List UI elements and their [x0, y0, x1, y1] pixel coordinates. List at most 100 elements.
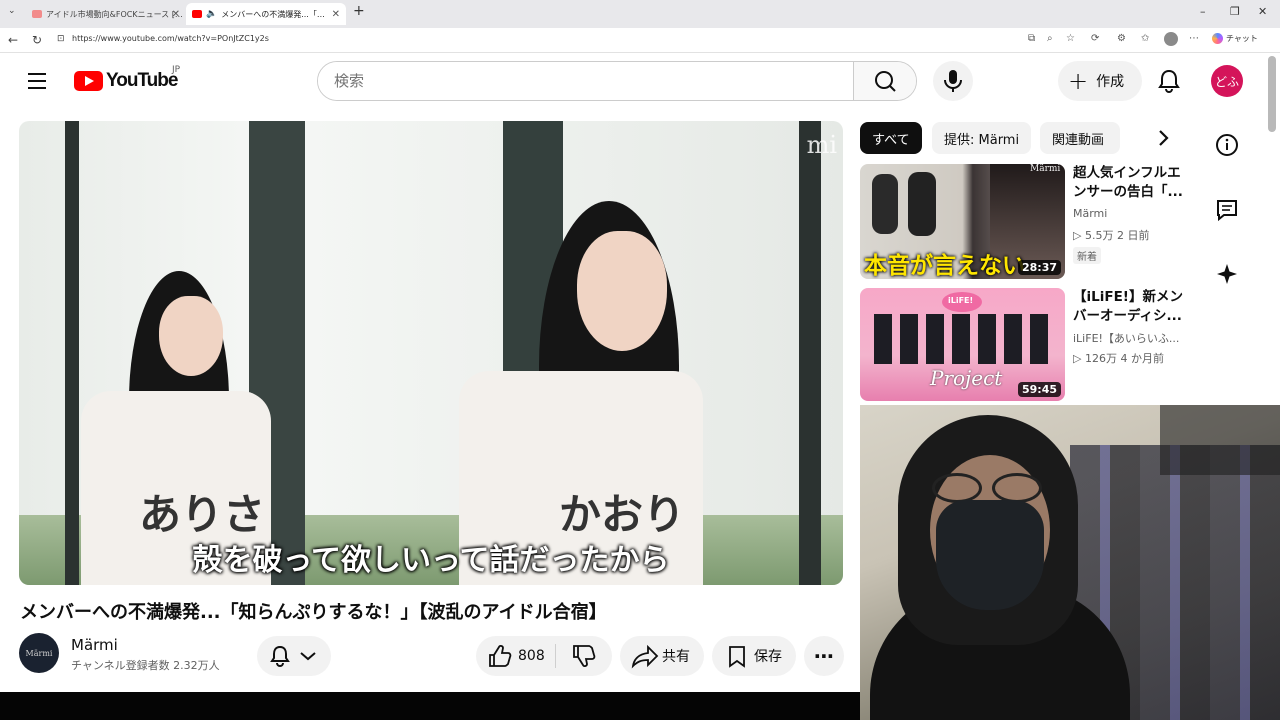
- youtube-logo[interactable]: YouTube JP: [74, 65, 180, 92]
- search-button[interactable]: [853, 62, 916, 100]
- channel-name[interactable]: Märmi: [71, 636, 118, 654]
- related-thumbnail[interactable]: iLiFE! Project 59:45: [860, 288, 1065, 401]
- thumb-caption: Project: [930, 366, 1003, 390]
- related-stats: ▷ 5.5万 2 日前: [1073, 229, 1150, 242]
- new-badge: 新着: [1073, 247, 1101, 264]
- favorite-star-icon[interactable]: ☆: [1066, 33, 1075, 44]
- glasses-right-icon: [992, 473, 1042, 503]
- video-subtitle: 殻を破って欲しいって話だったから: [192, 543, 670, 578]
- related-title[interactable]: 超人気インフルエンサーの告白「...: [1073, 164, 1188, 202]
- chip-all[interactable]: すべて: [860, 122, 922, 154]
- nametag-left: ありさ: [139, 490, 266, 539]
- page-scrollbar[interactable]: [1268, 56, 1276, 132]
- tab-title: メンバーへの不満爆発...「知らんぷ...: [221, 9, 331, 19]
- account-avatar[interactable]: どふ: [1211, 65, 1243, 97]
- translate-icon[interactable]: ⧉: [1028, 33, 1035, 44]
- restore-icon[interactable]: ❐: [1230, 5, 1240, 18]
- related-thumbnail[interactable]: Märmi 本音が言えない 28:37: [860, 164, 1065, 279]
- related-channel[interactable]: Märmi: [1073, 207, 1107, 220]
- favorites-icon[interactable]: ✩: [1141, 33, 1149, 44]
- like-dislike-group: 808: [476, 636, 612, 676]
- video-player[interactable]: ありさ かおり mi 殻を破って欲しいって話だったから: [19, 121, 843, 585]
- new-tab-button[interactable]: +: [353, 3, 365, 19]
- video-duration: 59:45: [1017, 382, 1061, 397]
- youtube-play-icon: [74, 71, 103, 91]
- hamburger-menu-icon[interactable]: [28, 73, 48, 89]
- related-stats: ▷ 126万 4 か月前: [1073, 352, 1164, 365]
- glasses-left-icon: [932, 473, 982, 503]
- notifications-bell-icon[interactable]: [1157, 68, 1181, 98]
- share-button[interactable]: 共有: [620, 636, 704, 676]
- close-tab-icon[interactable]: ✕: [332, 9, 340, 20]
- refresh-page-icon[interactable]: ⟳: [1091, 33, 1099, 44]
- chip-related[interactable]: 関連動画: [1040, 122, 1120, 154]
- logo-text: YouTube: [106, 70, 178, 91]
- extensions-icon[interactable]: ⚙: [1117, 33, 1126, 44]
- share-label: 共有: [662, 649, 690, 665]
- chip-from-channel[interactable]: 提供: Märmi: [932, 122, 1032, 154]
- more-menu-icon[interactable]: ⋯: [1189, 33, 1199, 44]
- sparkle-icon[interactable]: [1215, 262, 1239, 286]
- bottom-black-bar: [0, 692, 860, 720]
- thumbs-down-icon[interactable]: [568, 636, 598, 676]
- video-duration: 28:37: [1017, 260, 1061, 275]
- minimize-icon[interactable]: –: [1200, 5, 1206, 18]
- thumb-watermark: Märmi: [1030, 164, 1061, 174]
- channel-avatar[interactable]: Märmi: [19, 633, 59, 673]
- info-icon[interactable]: [1215, 133, 1239, 157]
- chat-icon[interactable]: [1215, 198, 1239, 222]
- address-bar: ← ↻ ⊡ https://www.youtube.com/watch?v=PO…: [0, 28, 1280, 53]
- channel-subscribers: チャンネル登録者数 2.32万人: [71, 659, 220, 672]
- related-title[interactable]: 【iLiFE!】新メンバーオーディシ...: [1073, 288, 1188, 326]
- search-icon: [875, 71, 896, 92]
- tab-list-chevron-icon[interactable]: ⌄: [8, 6, 16, 16]
- url-field[interactable]: https://www.youtube.com/watch?v=POnJtZC1…: [72, 34, 269, 43]
- reload-icon[interactable]: ↻: [32, 33, 42, 47]
- thumb-group: [874, 314, 1054, 364]
- more-actions-icon[interactable]: ⋯: [804, 636, 844, 676]
- bell-icon: [270, 645, 316, 667]
- site-info-icon[interactable]: ⊡: [57, 34, 65, 44]
- like-count[interactable]: 808: [518, 648, 545, 664]
- subscription-bell-button[interactable]: [257, 636, 331, 676]
- search-input[interactable]: [318, 62, 854, 100]
- zoom-icon[interactable]: ⌕: [1047, 33, 1053, 44]
- tab-title: アイドル市場動向&FOCKニュース [詳細]: [46, 9, 186, 19]
- thumb-caption: 本音が言えない: [864, 253, 1025, 279]
- profile-icon[interactable]: [1164, 32, 1178, 46]
- close-tab-icon[interactable]: ✕: [172, 9, 180, 20]
- window-frame: [65, 121, 79, 585]
- thumb-figure: [872, 174, 898, 234]
- related-channel[interactable]: iLiFE!【あいらいふ...: [1073, 330, 1179, 346]
- region-code: JP: [172, 65, 181, 75]
- browser-tab-active[interactable]: 🔈 メンバーへの不満爆発...「知らんぷ... ✕: [186, 3, 346, 25]
- chips-next-chevron-icon[interactable]: [1148, 122, 1180, 154]
- create-button[interactable]: + 作成: [1058, 61, 1142, 101]
- voice-search-button[interactable]: [933, 61, 973, 101]
- window-frame: [799, 121, 821, 585]
- thumb-figure: [908, 172, 936, 236]
- nametag-right: かおり: [559, 490, 686, 539]
- copilot-button[interactable]: チャット: [1212, 33, 1258, 44]
- speaker-icon[interactable]: 🔈: [206, 9, 217, 19]
- search-box: [317, 61, 917, 101]
- microphone-icon: [944, 70, 962, 92]
- close-window-icon[interactable]: ✕: [1258, 5, 1267, 18]
- channel-watermark: mi: [806, 131, 837, 159]
- webcam-overlay: [860, 405, 1280, 720]
- thumbs-up-icon[interactable]: [484, 636, 514, 676]
- create-label: 作成: [1096, 74, 1125, 90]
- video-title: メンバーへの不満爆発...「知らんぷりするな！」【波乱のアイドル合宿】: [20, 602, 607, 623]
- save-button[interactable]: 保存: [712, 636, 796, 676]
- youtube-favicon-icon: [192, 10, 202, 18]
- youtube-header: YouTube JP + 作成 どふ: [0, 53, 1280, 110]
- thumb-logo-text: iLiFE!: [948, 296, 974, 305]
- person-right-face: [577, 231, 667, 351]
- browser-tab-bar: ⌄ アイドル市場動向&FOCKニュース [詳細] ✕ 🔈 メンバーへの不満爆発.…: [0, 0, 1280, 28]
- person-left-face: [159, 296, 223, 376]
- rack-grid: [1160, 405, 1280, 475]
- share-icon: [631, 644, 659, 669]
- browser-tab[interactable]: アイドル市場動向&FOCKニュース [詳細] ✕: [26, 3, 186, 25]
- copilot-label: チャット: [1226, 34, 1258, 43]
- back-icon[interactable]: ←: [8, 33, 18, 47]
